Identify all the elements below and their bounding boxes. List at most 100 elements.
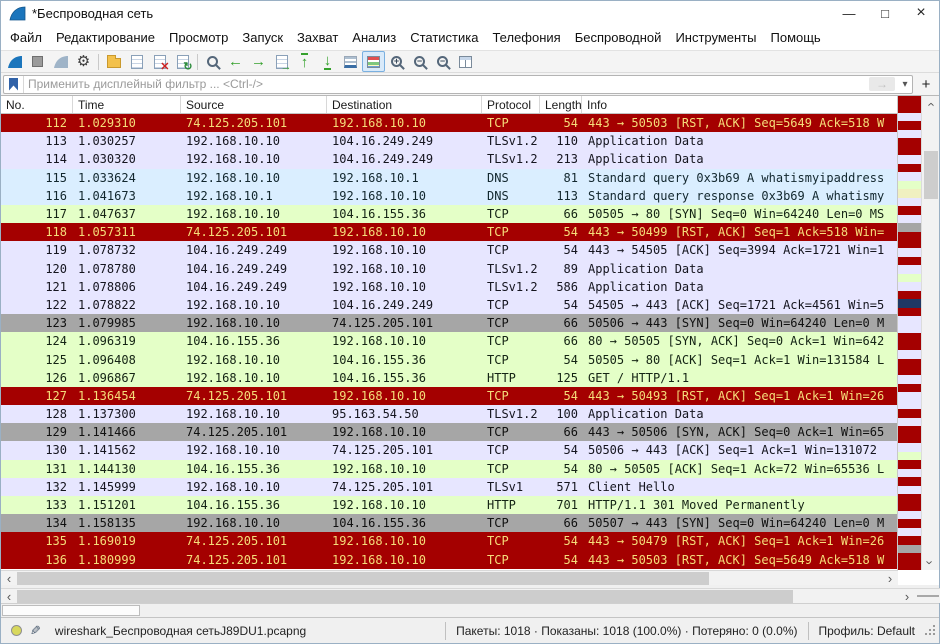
vertical-scrollbar-thumb[interactable]	[924, 151, 938, 199]
resize-columns-button[interactable]	[454, 51, 477, 72]
menu-item-2[interactable]: Редактирование	[49, 27, 162, 48]
hscrollbar-track[interactable]	[17, 571, 882, 585]
zoom-in-button[interactable]: +	[385, 51, 408, 72]
stop-capture-button[interactable]	[26, 51, 49, 72]
maximize-icon[interactable]: □	[867, 1, 903, 25]
minimap-stripe	[898, 494, 921, 502]
hscrollbar-track[interactable]	[17, 589, 899, 603]
capture-comment-icon[interactable]: ✎	[30, 623, 41, 639]
filter-dropdown-icon[interactable]: ▾	[898, 79, 912, 90]
packet-row[interactable]: 1271.13645474.125.205.101192.168.10.10TC…	[1, 387, 897, 405]
minimize-icon[interactable]: —	[831, 1, 867, 25]
packet-row[interactable]: 1131.030257192.168.10.10104.16.249.249TL…	[1, 132, 897, 150]
lower-pane-hscrollbar[interactable]: ‹ ›	[1, 588, 940, 603]
column-header-protocol[interactable]: Protocol	[482, 96, 540, 113]
scroll-right-icon[interactable]: ›	[882, 572, 898, 585]
menu-item-1[interactable]: Файл	[3, 27, 49, 48]
menu-item-3[interactable]: Просмотр	[162, 27, 235, 48]
restart-capture-button[interactable]	[49, 51, 72, 72]
packet-row[interactable]: 1281.137300192.168.10.1095.163.54.50TLSv…	[1, 405, 897, 423]
cell-destination: 192.168.10.10	[327, 116, 482, 130]
scroll-left-icon[interactable]: ‹	[1, 572, 17, 585]
close-file-button[interactable]: ✕	[148, 51, 171, 72]
packet-row[interactable]: 1211.078806104.16.249.249192.168.10.10TL…	[1, 278, 897, 296]
packet-row[interactable]: 1341.158135192.168.10.10104.16.155.36TCP…	[1, 514, 897, 532]
menu-item-9[interactable]: Беспроводной	[568, 27, 669, 48]
display-filter-field[interactable]: → ▾	[3, 75, 913, 94]
next-packet-button[interactable]: →	[247, 51, 270, 72]
open-file-button[interactable]	[102, 51, 125, 72]
column-header-source[interactable]: Source	[181, 96, 327, 113]
go-to-packet-button[interactable]: →	[270, 51, 293, 72]
scroll-left-icon[interactable]: ‹	[1, 590, 17, 603]
last-packet-button[interactable]: ↓	[316, 51, 339, 72]
vertical-scrollbar[interactable]: › ›	[921, 96, 939, 570]
first-packet-button[interactable]: ↑	[293, 51, 316, 72]
packet-row[interactable]: 1201.078780104.16.249.249192.168.10.10TL…	[1, 260, 897, 278]
packet-row[interactable]: 1351.16901974.125.205.101192.168.10.10TC…	[1, 532, 897, 550]
close-icon[interactable]: ×	[903, 1, 939, 25]
menu-item-4[interactable]: Запуск	[235, 27, 290, 48]
packet-row[interactable]: 1231.079985192.168.10.1074.125.205.101TC…	[1, 314, 897, 332]
packet-row[interactable]: 1181.05731174.125.205.101192.168.10.10TC…	[1, 223, 897, 241]
expert-info-icon[interactable]	[11, 625, 22, 636]
splitter-handle[interactable]	[917, 595, 939, 597]
minimap-stripe	[898, 528, 921, 536]
column-header-length[interactable]: Length	[540, 96, 582, 113]
profile-selector[interactable]: Профиль: Default	[815, 622, 926, 640]
filter-bookmark-button[interactable]	[4, 76, 24, 93]
save-file-button[interactable]	[125, 51, 148, 72]
column-header-time[interactable]: Time	[73, 96, 181, 113]
previous-packet-button[interactable]: ←	[224, 51, 247, 72]
hscrollbar-thumb[interactable]	[17, 572, 709, 585]
scroll-up-icon[interactable]: ›	[922, 96, 939, 112]
packet-row[interactable]: 1331.151201104.16.155.36192.168.10.10HTT…	[1, 496, 897, 514]
scroll-right-icon[interactable]: ›	[899, 590, 915, 603]
colorize-packets-button[interactable]	[362, 51, 385, 72]
packet-row[interactable]: 1141.030320192.168.10.10104.16.249.249TL…	[1, 150, 897, 168]
menu-item-5[interactable]: Захват	[290, 27, 345, 48]
packet-row[interactable]: 1151.033624192.168.10.10192.168.10.1DNS8…	[1, 169, 897, 187]
resize-grip[interactable]	[925, 625, 937, 637]
menu-item-11[interactable]: Помощь	[764, 27, 828, 48]
menu-item-7[interactable]: Статистика	[403, 27, 485, 48]
packet-row[interactable]: 1241.096319104.16.155.36192.168.10.10TCP…	[1, 332, 897, 350]
menu-item-6[interactable]: Анализ	[345, 27, 403, 48]
display-filter-input[interactable]	[24, 77, 869, 92]
wireshark-window: *Беспроводная сеть — □ × ФайлРедактирова…	[0, 0, 940, 644]
packet-row[interactable]: 1171.047637192.168.10.10104.16.155.36TCP…	[1, 205, 897, 223]
column-header-no[interactable]: No.	[1, 96, 73, 113]
packet-row[interactable]: 1261.096867192.168.10.10104.16.155.36HTT…	[1, 369, 897, 387]
packet-row[interactable]: 1311.144130104.16.155.36192.168.10.10TCP…	[1, 460, 897, 478]
packet-row[interactable]: 1161.041673192.168.10.1192.168.10.10DNS1…	[1, 187, 897, 205]
packet-row[interactable]: 1361.18099974.125.205.101192.168.10.10TC…	[1, 551, 897, 569]
minimap-stripe	[898, 486, 921, 494]
reload-file-button[interactable]: ↻	[171, 51, 194, 72]
column-header-destination[interactable]: Destination	[327, 96, 482, 113]
intelligent-scrollbar-minimap[interactable]	[897, 96, 921, 570]
capture-options-button[interactable]: ⚙	[72, 51, 95, 72]
menu-item-8[interactable]: Телефония	[485, 27, 567, 48]
auto-scroll-button[interactable]	[339, 51, 362, 72]
hscrollbar-thumb[interactable]	[17, 590, 793, 603]
packet-row[interactable]: 1191.078732104.16.249.249192.168.10.10TC…	[1, 241, 897, 259]
scroll-down-icon[interactable]: ›	[922, 554, 939, 570]
cell-time: 1.030257	[73, 134, 181, 148]
packet-row[interactable]: 1121.02931074.125.205.101192.168.10.10TC…	[1, 114, 897, 132]
packet-list-hscrollbar[interactable]: ‹ ›	[1, 570, 898, 585]
apply-filter-button[interactable]: →	[869, 77, 895, 91]
add-filter-button-icon[interactable]: +	[917, 76, 935, 93]
find-packet-button[interactable]	[201, 51, 224, 72]
cell-length: 113	[540, 189, 582, 203]
packet-row[interactable]: 1321.145999192.168.10.1074.125.205.101TL…	[1, 478, 897, 496]
packet-row[interactable]: 1251.096408192.168.10.10104.16.155.36TCP…	[1, 350, 897, 368]
packet-row[interactable]: 1221.078822192.168.10.10104.16.249.249TC…	[1, 296, 897, 314]
packet-row[interactable]: 1301.141562192.168.10.1074.125.205.101TC…	[1, 441, 897, 459]
normal-size-button[interactable]: −	[431, 51, 454, 72]
menu-item-10[interactable]: Инструменты	[668, 27, 763, 48]
start-capture-button[interactable]	[3, 51, 26, 72]
packet-row[interactable]: 1291.14146674.125.205.101192.168.10.10TC…	[1, 423, 897, 441]
minimap-stripe	[898, 215, 921, 223]
zoom-out-button[interactable]: −	[408, 51, 431, 72]
column-header-info[interactable]: Info	[582, 96, 897, 113]
